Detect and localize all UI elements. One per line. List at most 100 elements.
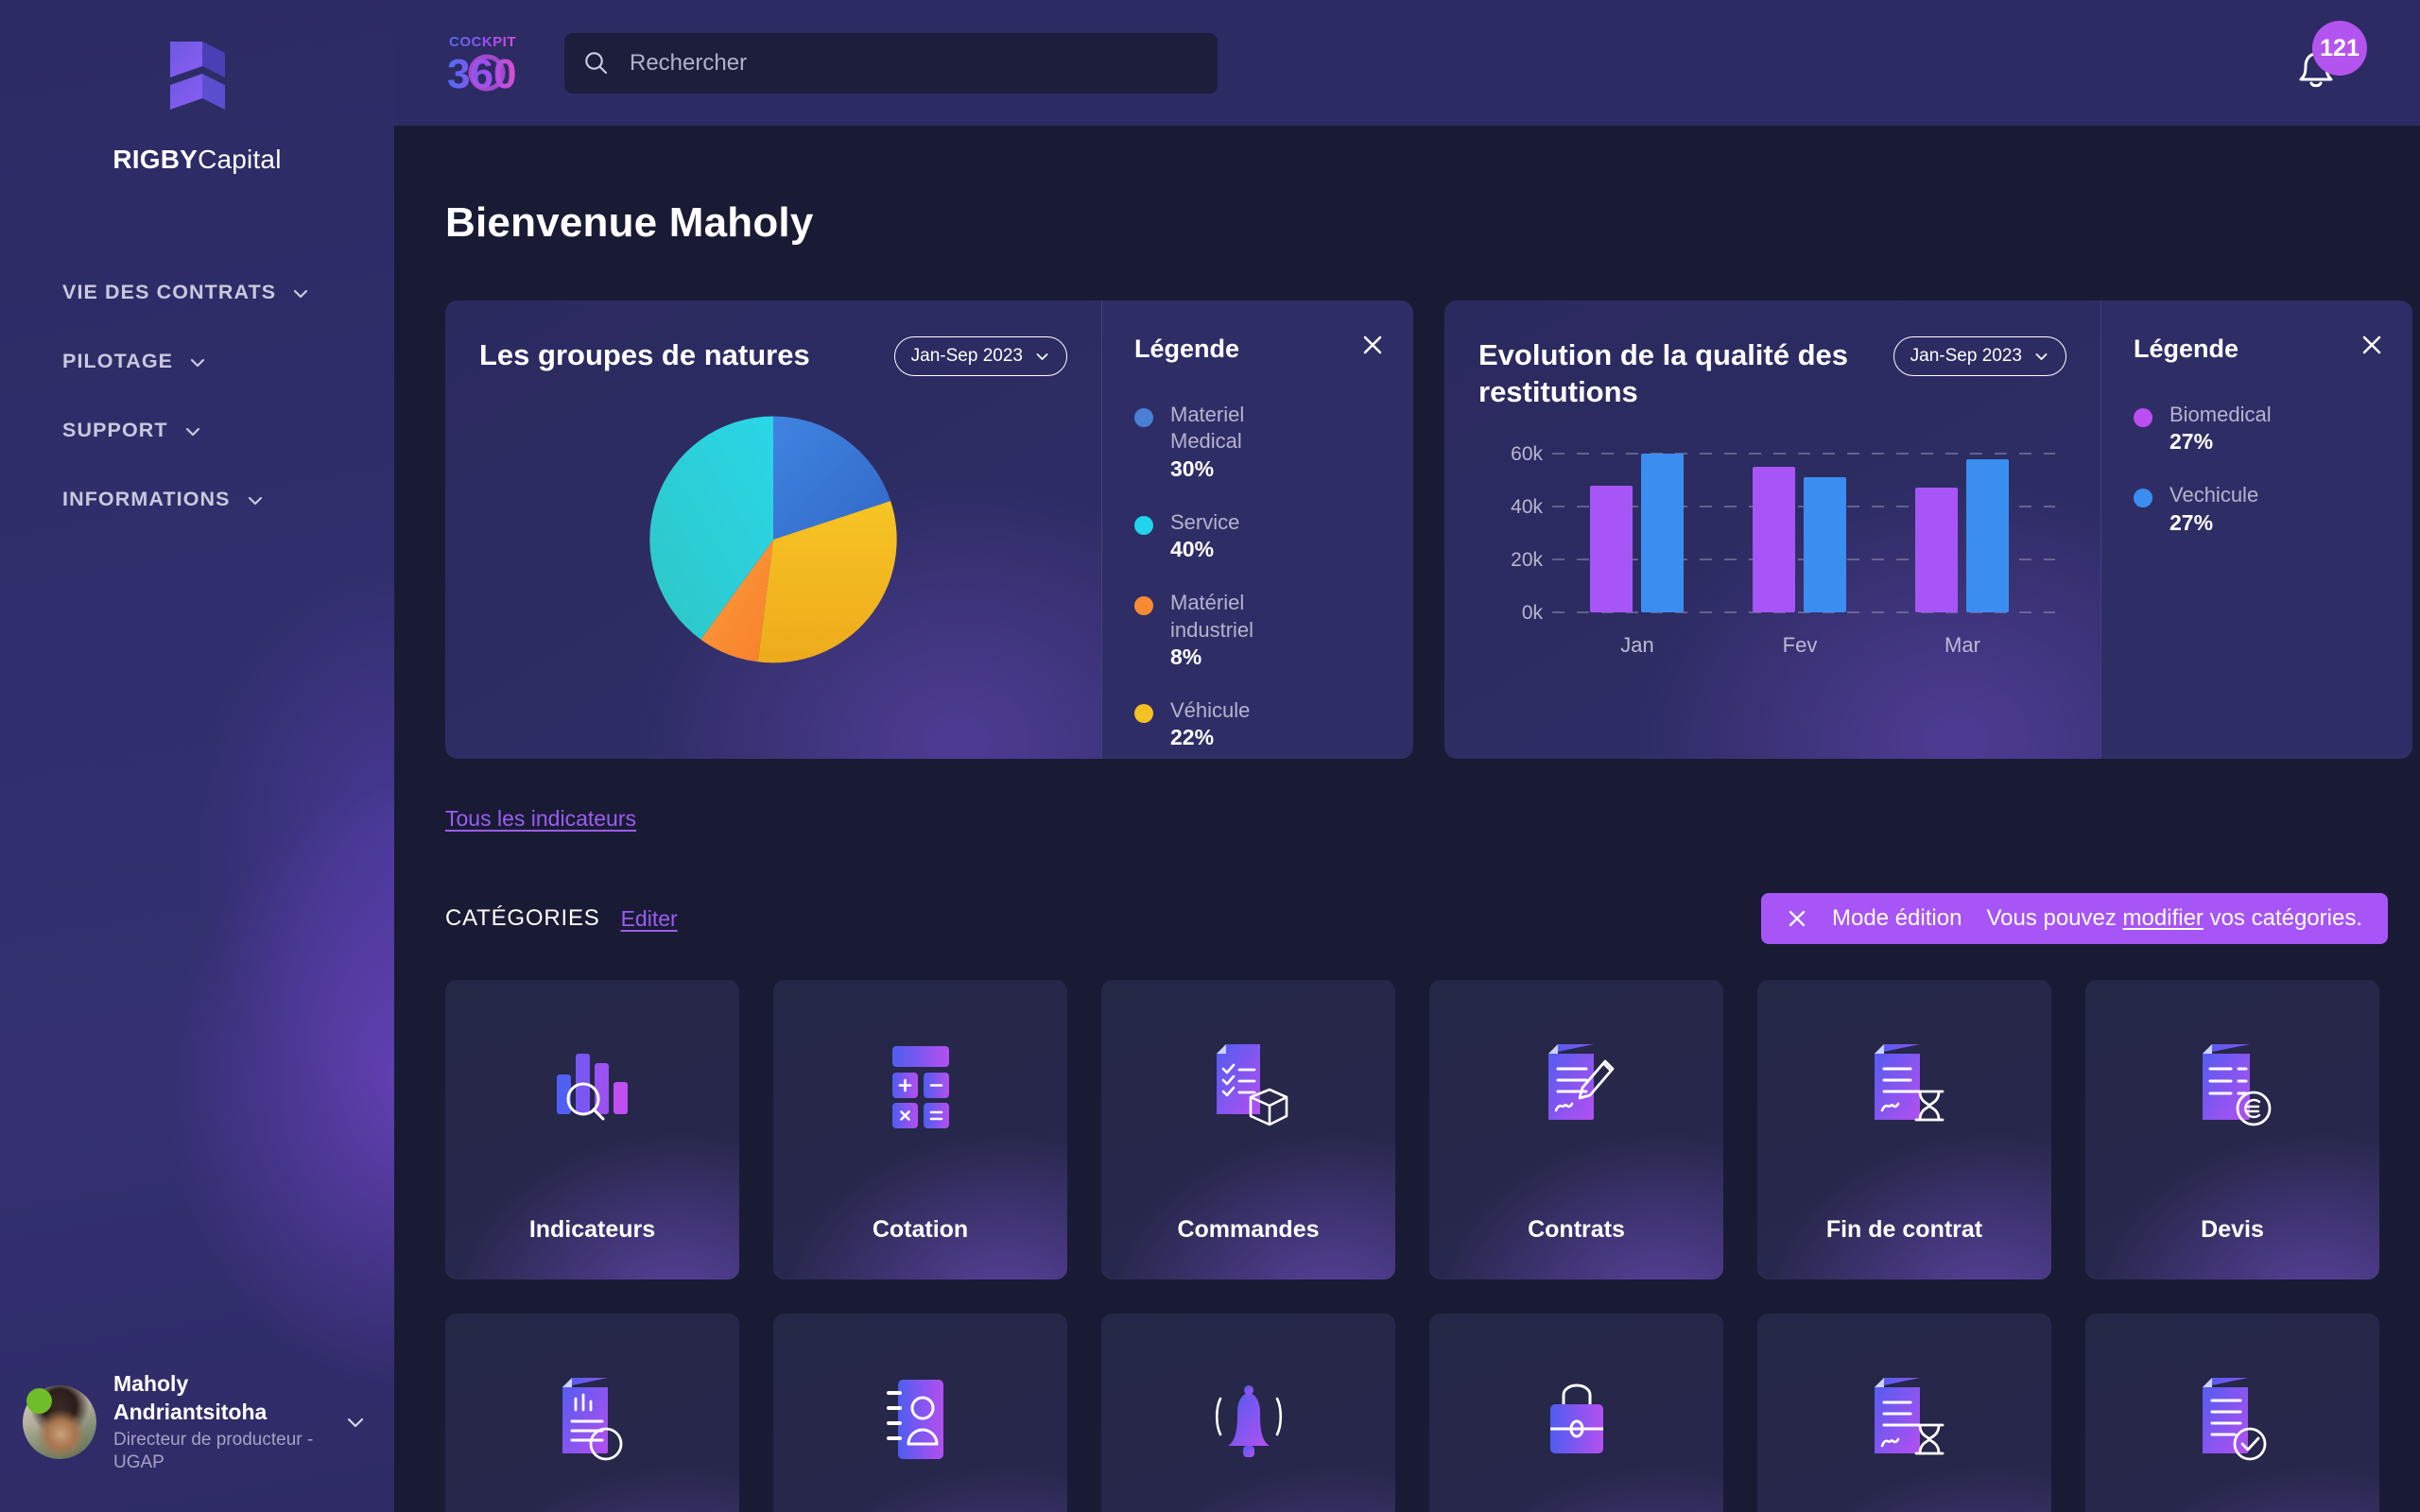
legend-value: 27% — [2169, 509, 2214, 535]
list-item: Biomedical 27% — [2134, 402, 2412, 455]
pie-chart-svg — [649, 416, 897, 663]
user-profile-text: Maholy Andriantsitoha Directeur de produ… — [113, 1370, 326, 1474]
pie-chart-panel: Les groupes de natures Jan-Sep 2023 — [445, 301, 1101, 759]
pie-chart-title: Les groupes de natures — [479, 338, 810, 371]
user-profile[interactable]: Maholy Andriantsitoha Directeur de produ… — [0, 1370, 394, 1474]
rigby-logo-icon — [161, 40, 234, 127]
category-card-label: Fin de contrat — [1825, 1216, 1983, 1243]
legend-label: Biomedical — [2169, 403, 2272, 426]
main-area: COCKPIT 360 121 — [394, 0, 2420, 1512]
category-card-11[interactable] — [1757, 1314, 2051, 1512]
list-item: Materiel Medical 30% — [1134, 402, 1413, 482]
chevron-down-icon[interactable] — [343, 1410, 368, 1435]
pie-chart-header: Les groupes de natures Jan-Sep 2023 — [479, 336, 1067, 376]
sidebar-item-label: INFORMATIONS — [62, 488, 231, 510]
category-card-label: Cotation — [872, 1216, 969, 1243]
list-item: Véhicule 22% — [1134, 697, 1413, 750]
sidebar: RIGBYCapital VIE DES CONTRATS PILOTAGE S… — [0, 0, 394, 1512]
legend-value: 8% — [1170, 644, 1202, 669]
category-card-contrats[interactable]: Contrats — [1429, 980, 1723, 1280]
category-card-label: Devis — [2201, 1216, 2264, 1243]
category-card-9[interactable] — [1101, 1314, 1395, 1512]
category-card-label: Contrats — [1528, 1216, 1625, 1243]
edit-mode-label: Mode édition — [1832, 905, 1962, 931]
close-icon[interactable] — [2360, 333, 2384, 357]
legend-color-dot — [1134, 408, 1153, 427]
sidebar-nav: VIE DES CONTRATS PILOTAGE SUPPORT INFORM… — [0, 258, 394, 534]
status-badge — [26, 1388, 52, 1415]
category-card-indicateurs[interactable]: Indicateurs — [445, 980, 739, 1280]
edit-mode-modify-link[interactable]: modifier — [2123, 905, 2204, 931]
svg-text:Mar: Mar — [1945, 633, 1980, 657]
sidebar-item-vie-des-contrats[interactable]: VIE DES CONTRATS — [62, 258, 394, 327]
document-euro-icon — [2180, 1033, 2286, 1139]
category-card-devis[interactable]: Devis — [2085, 980, 2379, 1280]
categories-label: CATÉGORIES — [445, 905, 600, 931]
bar-chart-panel: Evolution de la qualité des restitutions… — [1444, 301, 2100, 759]
edit-mode-banner: Mode édition Vous pouvez modifier vos ca… — [1761, 893, 2388, 944]
content: Bienvenue Maholy Les groupes de natures … — [394, 199, 2420, 1512]
checklist-box-icon — [1196, 1033, 1302, 1139]
svg-text:20k: 20k — [1511, 549, 1543, 571]
edit-mode-text-before: Vous pouvez — [1986, 905, 2117, 931]
categories-grid: Indicateurs Cotation Commandes Contrats … — [445, 980, 2388, 1512]
category-card-cotation[interactable]: Cotation — [773, 980, 1067, 1280]
bar-legend-panel: Légende Biomedical 27% Vechicule 27% — [2100, 301, 2412, 759]
briefcase-icon — [1524, 1366, 1630, 1472]
category-card-7[interactable] — [445, 1314, 739, 1512]
document-check-icon — [2180, 1366, 2286, 1472]
legend-value: 40% — [1170, 537, 1215, 562]
category-card-8[interactable] — [773, 1314, 1067, 1512]
legend-color-dot — [2134, 489, 2152, 508]
legend-value: 30% — [1170, 455, 1215, 481]
svg-text:Jan: Jan — [1620, 633, 1653, 657]
page-title: Bienvenue Maholy — [445, 199, 814, 246]
brand-name-bold: RIGBY — [112, 145, 199, 174]
sidebar-item-label: SUPPORT — [62, 419, 168, 441]
sidebar-item-informations[interactable]: INFORMATIONS — [62, 465, 394, 534]
close-icon[interactable] — [1787, 908, 1807, 929]
category-card-12[interactable] — [2085, 1314, 2379, 1512]
search-box[interactable] — [564, 32, 1218, 94]
document-hourglass-icon — [1852, 1033, 1958, 1139]
chevron-down-icon — [2033, 349, 2049, 365]
chevron-down-icon — [183, 422, 202, 441]
close-icon[interactable] — [1360, 333, 1385, 357]
svg-text:COCKPIT: COCKPIT — [449, 34, 516, 50]
chevron-down-icon — [246, 491, 265, 510]
user-name: Maholy Andriantsitoha — [113, 1371, 268, 1424]
legend-label: Matériel industriel — [1170, 591, 1254, 642]
all-indicators-link[interactable]: Tous les indicateurs — [445, 806, 636, 832]
pie-period-select[interactable]: Jan-Sep 2023 — [893, 336, 1067, 376]
categories-edit-link[interactable]: Editer — [621, 906, 678, 932]
chevron-down-icon — [291, 284, 310, 303]
user-role: Directeur de producteur - UGAP — [113, 1430, 314, 1473]
brand-name: RIGBYCapital — [0, 145, 394, 175]
app-root: RIGBYCapital VIE DES CONTRATS PILOTAGE S… — [0, 0, 2420, 1512]
category-card-fin-de-contrat[interactable]: Fin de contrat — [1757, 980, 2051, 1280]
svg-text:60k: 60k — [1511, 443, 1543, 465]
document-chart-circle-icon — [540, 1366, 646, 1472]
search-input[interactable] — [630, 49, 1199, 77]
sidebar-item-support[interactable]: SUPPORT — [62, 396, 394, 465]
category-card-commandes[interactable]: Commandes — [1101, 980, 1395, 1280]
pie-legend-list: Materiel Medical 30% Service 40% Matérie… — [1134, 402, 1413, 750]
search-icon — [583, 50, 609, 76]
topbar: COCKPIT 360 121 — [394, 0, 2420, 126]
pie-period-value: Jan-Sep 2023 — [910, 346, 1023, 366]
bar-chart: 60k 40k 20k 0k Jan Fev Mar — [1478, 442, 2066, 683]
list-item: Service 40% — [1134, 509, 1413, 562]
bar-period-select[interactable]: Jan-Sep 2023 — [1893, 336, 2066, 376]
calculator-icon — [868, 1033, 974, 1139]
legend-color-dot — [2134, 408, 2152, 427]
sidebar-item-label: VIE DES CONTRATS — [62, 281, 277, 303]
category-card-10[interactable] — [1429, 1314, 1723, 1512]
category-card-label: Commandes — [1177, 1216, 1320, 1243]
notifications-button[interactable]: 121 — [2282, 21, 2367, 104]
svg-text:0k: 0k — [1522, 602, 1544, 624]
bar-legend-list: Biomedical 27% Vechicule 27% — [2134, 402, 2412, 536]
sidebar-item-pilotage[interactable]: PILOTAGE — [62, 327, 394, 396]
bell-ringing-icon — [1196, 1366, 1302, 1472]
legend-label: Véhicule — [1170, 697, 1251, 722]
widget-qualite-restitutions: Evolution de la qualité des restitutions… — [1444, 301, 2412, 759]
